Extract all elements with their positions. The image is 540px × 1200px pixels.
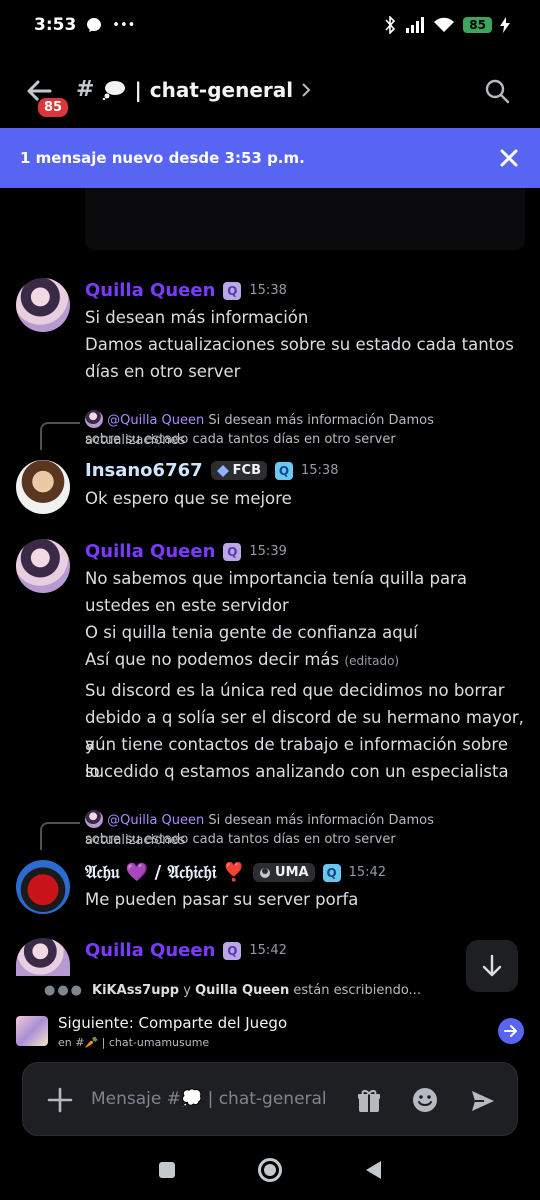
role-icon: Q bbox=[322, 863, 341, 882]
reply-avatar bbox=[85, 810, 103, 828]
message-line: O si quilla tenia gente de confianza aqu… bbox=[85, 623, 418, 642]
typing-user: Quilla Queen bbox=[195, 982, 290, 998]
chevron-right-icon bbox=[302, 82, 311, 97]
status-time: 3:53 bbox=[34, 15, 77, 35]
wifi-icon bbox=[434, 17, 455, 32]
typing-indicator: ●●● KiKAss7upp y Quilla Queen están escr… bbox=[0, 978, 540, 1002]
signal-icon bbox=[406, 17, 425, 33]
thought-bubble-icon bbox=[103, 80, 126, 100]
reply-mention: @Quilla Queen bbox=[107, 813, 205, 828]
edited-label: (editado) bbox=[344, 654, 400, 668]
message-line: ustedes en este servidor bbox=[85, 596, 289, 615]
avatar[interactable] bbox=[16, 278, 70, 332]
role-icon: Q bbox=[275, 461, 293, 480]
typing-suffix: están escribiendo... bbox=[293, 982, 421, 998]
timestamp: 15:38 bbox=[301, 463, 339, 478]
search-icon[interactable] bbox=[484, 78, 510, 104]
author-name[interactable]: Quilla Queen bbox=[85, 940, 215, 961]
reply-preview-line2: sobre su estado cada tantos días en otro… bbox=[85, 832, 396, 847]
reply-preview-line2: sobre su estado cada tantos días en otro… bbox=[85, 432, 396, 447]
gift-icon[interactable] bbox=[355, 1087, 383, 1115]
timestamp: 15:42 bbox=[348, 865, 387, 880]
message-line: Así que no podemos decir más (editado) bbox=[85, 646, 525, 675]
server-tag-label: UMA bbox=[275, 865, 309, 880]
unread-badge: 85 bbox=[36, 96, 71, 119]
home-button-icon[interactable] bbox=[257, 1157, 283, 1183]
channel-name: chat-general bbox=[149, 77, 294, 102]
status-more-indicator: ••• bbox=[112, 17, 136, 33]
send-icon[interactable] bbox=[469, 1087, 497, 1115]
next-channel-suggestion[interactable]: Siguiente: Comparte del Juego en #🥕 | ch… bbox=[0, 1010, 540, 1052]
server-tag-label: FCB bbox=[232, 463, 261, 478]
messenger-icon bbox=[87, 18, 102, 32]
close-icon[interactable] bbox=[498, 147, 520, 169]
title-separator: | bbox=[134, 77, 142, 102]
role-icon: Q bbox=[223, 941, 242, 960]
avatar[interactable] bbox=[16, 938, 70, 976]
emoji-icon[interactable] bbox=[411, 1086, 439, 1114]
role-icon: Q bbox=[223, 281, 242, 300]
message-line: Ok espero que se mejore bbox=[85, 489, 292, 508]
typing-text: KiKAss7upp y Quilla Queen están escribie… bbox=[92, 983, 421, 998]
back-button-icon[interactable] bbox=[363, 1159, 383, 1181]
message-line: No sabemos que importancia tenía quilla … bbox=[85, 569, 467, 588]
author-name[interactable]: Quilla Queen bbox=[85, 280, 215, 301]
role-icon: Q bbox=[223, 542, 242, 561]
channel-header: 85 # | chat-general bbox=[0, 62, 540, 122]
reply-mention: @Quilla Queen bbox=[107, 413, 205, 428]
message-line: Su discord es la única red que decidimos… bbox=[85, 681, 505, 700]
next-channel-title: Siguiente: Comparte del Juego bbox=[58, 1014, 288, 1032]
recents-button-icon[interactable] bbox=[157, 1160, 177, 1180]
reply-connector bbox=[40, 422, 80, 450]
plus-icon[interactable] bbox=[45, 1085, 75, 1115]
timestamp: 15:42 bbox=[249, 943, 287, 958]
typing-user: KiKAss7upp bbox=[92, 982, 180, 998]
new-messages-banner[interactable]: 1 mensaje nuevo desde 3:53 p.m. bbox=[0, 128, 540, 188]
typing-dots-icon: ●●● bbox=[44, 982, 85, 998]
diamond-icon bbox=[216, 464, 229, 477]
system-nav-bar bbox=[0, 1140, 540, 1200]
message-line: Damos actualizaciones sobre su estado ca… bbox=[85, 335, 514, 354]
go-next-button[interactable] bbox=[498, 1018, 524, 1044]
message-line: sucedido q estamos analizando con un esp… bbox=[85, 762, 509, 781]
avatar[interactable] bbox=[16, 539, 70, 593]
server-tag[interactable]: UMA bbox=[253, 863, 315, 882]
message-composer: Mensaje #💭 | chat-general bbox=[22, 1062, 518, 1136]
arrow-down-icon bbox=[482, 954, 502, 977]
battery-level: 85 bbox=[463, 17, 492, 33]
author-name[interactable]: Insano6767 bbox=[85, 460, 203, 481]
timestamp: 15:38 bbox=[249, 283, 287, 298]
next-channel-subtitle: en #🥕 | chat-umamusume bbox=[58, 1036, 210, 1049]
author-name[interactable]: Quilla Queen bbox=[85, 541, 215, 562]
bluetooth-icon bbox=[385, 16, 396, 34]
message-input[interactable]: Mensaje #💭 | chat-general bbox=[91, 1089, 327, 1109]
typing-joiner: y bbox=[183, 982, 191, 998]
arrow-right-icon bbox=[504, 1025, 517, 1037]
charging-icon bbox=[500, 17, 510, 33]
image-attachment[interactable] bbox=[85, 188, 525, 250]
message-text: Así que no podemos decir más bbox=[85, 650, 340, 669]
avatar[interactable] bbox=[16, 860, 70, 914]
status-bar: 3:53 ••• 85 bbox=[0, 0, 540, 50]
reply-connector bbox=[40, 822, 80, 850]
timestamp: 15:39 bbox=[249, 544, 287, 559]
avatar[interactable] bbox=[16, 460, 70, 514]
reply-avatar bbox=[85, 410, 103, 428]
channel-title[interactable]: # | chat-general bbox=[76, 77, 311, 102]
message-line: días en otro server bbox=[85, 362, 241, 381]
message-line: Si desean más información bbox=[85, 308, 309, 327]
new-messages-text: 1 mensaje nuevo desde 3:53 p.m. bbox=[20, 149, 305, 167]
moon-icon bbox=[260, 867, 271, 878]
hash-icon: # bbox=[76, 77, 95, 102]
server-tag[interactable]: FCB bbox=[210, 461, 267, 480]
channel-thumbnail bbox=[16, 1016, 48, 1046]
author-name[interactable]: 𝔄𝔠𝔥𝔲 💜 / 𝔄𝔠𝔥𝔦𝔠𝔥𝔦 ❣️ bbox=[85, 862, 245, 883]
message-line: Me pueden pasar su server porfa bbox=[85, 890, 359, 909]
